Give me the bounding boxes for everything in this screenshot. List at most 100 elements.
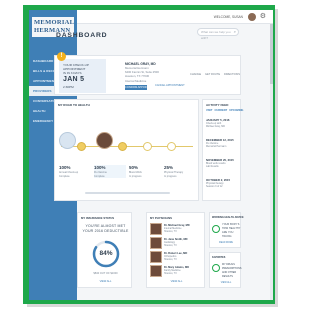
read-more-link[interactable]: READ MORE (210, 242, 242, 244)
health-advice-line: YOUR BODY'S (222, 223, 240, 226)
appointment-details: MICHAEL GRAY, MD Memorial Hermann 6400 F… (125, 62, 185, 83)
physician-photo (150, 223, 162, 235)
current-stage-avatar[interactable] (96, 132, 113, 149)
provider-detail: Internal Medicine (125, 78, 147, 83)
view-all-favorites-link[interactable]: VIEW ALL (210, 282, 242, 284)
stage-avatar (59, 132, 76, 149)
activity-text: Michael Gray, MD (206, 125, 225, 129)
activity-item[interactable]: OCTOBER 2, 2015 Physical therapy Session… (206, 178, 240, 188)
physician-photo (150, 251, 162, 263)
physician-name: Dr. Jane Smith, MD (164, 238, 188, 241)
favorites-line: AND OTHER (222, 271, 237, 274)
appointment-line-3: IS IN 3 DAYS (63, 71, 82, 75)
activity-text: Memorial Hermann (206, 145, 227, 149)
health-advice-card: WORKING HEALTH ADVICE YOUR BODY'S HOW HE… (209, 212, 244, 248)
activity-item[interactable]: DECEMBER 12, 2015 Flu Vaccine Memorial H… (206, 138, 240, 148)
welcome-text: WELCOME, SUSAN (213, 15, 243, 19)
health-advice-line: HAVING (222, 235, 232, 238)
page-scrollbar[interactable] (270, 24, 273, 300)
favorites-card: FAVORITES MY DRUGS PRESCRIPTIONS AND OTH… (209, 252, 242, 288)
progress-stat: 100% Flu Vaccine Complete (94, 165, 126, 178)
avatar[interactable] (248, 13, 256, 21)
search-icon[interactable]: ⌕ (234, 29, 236, 35)
directions-link[interactable]: DIRECTIONS (224, 73, 240, 76)
activity-tabs: VISIT CURRENT UPCOMING (206, 109, 243, 112)
appointment-actions: CHANGE GET ROUTE DIRECTIONS (190, 73, 240, 76)
milestone-dot[interactable] (167, 142, 176, 151)
favorites-icon (212, 264, 220, 272)
road-to-health-card: MY ROAD TO HEALTH 100% Annual Check-up C… (54, 99, 199, 201)
physician-name: Dr. Michael Gray, MD (164, 224, 190, 227)
stat-status: Complete (94, 174, 105, 178)
view-all-physicians-link[interactable]: VIEW ALL (147, 280, 206, 283)
stat-status: Complete (59, 174, 70, 178)
physicians-card: MY PHYSICIANS Dr. Michael Gray, MD Inter… (146, 212, 205, 288)
health-advice-line: ARE YOU (222, 231, 234, 234)
physician-photo (150, 265, 162, 277)
page-title: DASHBOARD (56, 32, 108, 39)
carousel-scrollbar[interactable] (85, 192, 170, 194)
activity-text: Lab Results (206, 165, 219, 169)
milestone-dot[interactable] (143, 142, 152, 151)
physician-row[interactable]: Dr. Mary Adams, MD Family Medicine Houst… (150, 265, 203, 279)
scrollbar-thumb[interactable] (270, 24, 273, 84)
physician-specialty: Internal Medicine (164, 228, 182, 230)
physician-specialty: Orthopedics (164, 256, 177, 258)
physician-row[interactable]: Dr. Robert Lee, MD Orthopedics Houston, … (150, 251, 203, 265)
milestone-dot[interactable] (118, 142, 127, 151)
logo-line-1: MEMORIAL (34, 19, 75, 26)
cancel-appointment-link[interactable]: CANCEL APPOINTMENT (155, 84, 185, 88)
tab-visit[interactable]: VISIT (206, 109, 213, 112)
progress-stat: 100% Annual Check-up Complete (59, 165, 91, 178)
appointment-time: 2:30PM (63, 85, 74, 89)
tab-current[interactable]: CURRENT (215, 109, 228, 112)
deductible-amount: $840 OUT OF $1000 (93, 272, 118, 275)
favorites-line: MY DRUGS (222, 263, 235, 266)
physician-location: Houston, TX (164, 231, 177, 233)
deductible-message: YOUR 2016 DEDUCTIBLE (82, 229, 129, 233)
milestone-dot[interactable] (77, 142, 86, 151)
view-all-link[interactable]: VIEW ALL (78, 280, 133, 283)
physician-row[interactable]: Dr. Jane Smith, MD Cardiology Houston, T… (150, 237, 203, 251)
appointment-card: YOUR CHECK-UP APPOINTMENT IS IN 3 DAYS J… (54, 52, 241, 95)
activity-text: Session 3 of 12 (206, 185, 223, 189)
physician-location: Houston, TX (164, 273, 177, 275)
health-advice-line: HOW HEALTHY (222, 227, 241, 230)
physician-location: Houston, TX (164, 245, 177, 247)
tab-upcoming[interactable]: UPCOMING (229, 109, 243, 112)
physician-photo (150, 237, 162, 249)
favorites-line: PRESCRIPTIONS (222, 267, 242, 270)
frame-shadow (27, 304, 278, 307)
activity-feed-title: ACTIVITY FEED (206, 103, 229, 107)
physician-row[interactable]: Dr. Michael Gray, MD Internal Medicine H… (150, 223, 203, 237)
change-link[interactable]: CHANGE (190, 73, 201, 76)
frame-shadow (275, 9, 278, 306)
activity-item[interactable]: JANUARY 5, 2016 Check-up with Michael Gr… (206, 118, 240, 128)
stat-status: In progress (129, 174, 142, 178)
favorites-title: FAVORITES (212, 256, 226, 259)
appointment-summary: YOUR CHECK-UP APPOINTMENT IS IN 3 DAYS J… (59, 59, 106, 93)
appointment-date: JAN 5 (63, 76, 85, 83)
progress-stat: 50% Blood Work In progress (129, 165, 161, 178)
search-input[interactable]: What can we help you with? ⌕ (197, 28, 239, 40)
physician-name: Dr. Mary Adams, MD (164, 266, 189, 269)
gear-icon[interactable]: ⚙ (260, 13, 266, 21)
health-advice-title: WORKING HEALTH ADVICE (212, 216, 244, 219)
deductible-message: YOU'RE ALMOST MET (85, 224, 126, 228)
get-route-link[interactable]: GET ROUTE (205, 73, 220, 76)
progress-stat: 25% Physical Therapy In progress (164, 165, 196, 178)
physician-specialty: Cardiology (164, 242, 175, 244)
activity-feed-card: ACTIVITY FEED VISIT CURRENT UPCOMING JAN… (202, 99, 243, 201)
deductible-percent: 84% (99, 250, 113, 257)
top-bar: WELCOME, SUSAN ⚙ (77, 10, 273, 24)
physician-specialty: Family Medicine (164, 270, 181, 272)
alert-icon: ! (57, 52, 66, 61)
insurance-status-card: MY INSURANCE STATUS YOU'RE ALMOST MET YO… (77, 212, 132, 288)
insurance-status-title: MY INSURANCE STATUS (81, 216, 115, 220)
physicians-title: MY PHYSICIANS (150, 216, 173, 220)
health-advice-icon (212, 225, 220, 233)
progress-stats: 100% Annual Check-up Complete 100% Flu V… (59, 165, 196, 178)
activity-item[interactable]: NOVEMBER 20, 2015 Blood work results Lab… (206, 158, 240, 168)
confirm-appointment-button[interactable]: CONFIRM APPOINTMENT (125, 85, 147, 90)
physician-location: Houston, TX (164, 259, 177, 261)
